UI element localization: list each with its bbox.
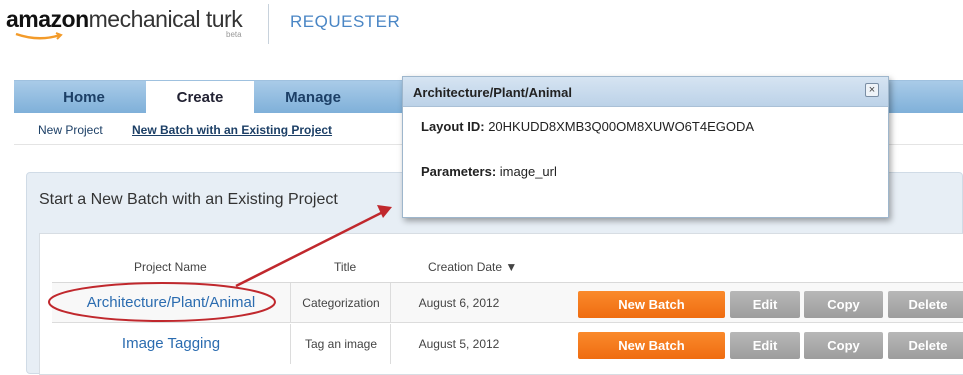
creation-date: August 5, 2012 [418, 337, 500, 351]
cell-divider [390, 324, 391, 364]
tab-manage[interactable]: Manage [268, 81, 358, 114]
popup-title: Architecture/Plant/Animal [413, 85, 572, 100]
project-details-popup: Architecture/Plant/Animal × Layout ID: 2… [402, 76, 889, 218]
table-row: Architecture/Plant/Animal Categorization… [52, 283, 963, 323]
panel-title: Start a New Batch with an Existing Proje… [39, 191, 338, 208]
parameters-value: image_url [499, 164, 557, 179]
delete-button[interactable]: Delete [888, 332, 963, 359]
amazon-mturk-logo[interactable]: amazonmechanical turk [6, 6, 243, 40]
creation-date: August 6, 2012 [418, 296, 500, 310]
edit-button[interactable]: Edit [730, 332, 800, 359]
parameters-line: Parameters: image_url [421, 164, 557, 179]
smile-arrow-icon [15, 32, 63, 40]
header-divider [268, 4, 269, 44]
layout-id-line: Layout ID: 20HKUDD8XMB3Q00OM8XUWO6T4EGOD… [421, 119, 754, 134]
logo-product: mechanical turk [88, 6, 243, 32]
cell-divider [290, 283, 291, 323]
logo-brand: amazon [6, 6, 89, 32]
project-name-link[interactable]: Image Tagging [52, 324, 290, 364]
projects-table: Project Name Title Creation Date ▼ Archi… [39, 233, 963, 375]
project-title: Categorization [302, 296, 380, 310]
cell-divider [290, 324, 291, 364]
page-header: amazonmechanical turk beta REQUESTER [0, 0, 963, 80]
popup-header: Architecture/Plant/Animal × [403, 77, 888, 107]
subnav-new-batch-link[interactable]: New Batch with an Existing Project [132, 123, 332, 137]
tab-home[interactable]: Home [54, 81, 114, 114]
project-title: Tag an image [304, 337, 378, 351]
table-row: Image Tagging Tag an image August 5, 201… [52, 324, 963, 364]
copy-button[interactable]: Copy [804, 332, 883, 359]
close-icon[interactable]: × [865, 83, 879, 97]
column-header-title: Title [334, 260, 357, 274]
layout-id-value: 20HKUDD8XMB3Q00OM8XUWO6T4EGODA [488, 119, 755, 134]
copy-button[interactable]: Copy [804, 291, 883, 318]
new-batch-button[interactable]: New Batch [578, 291, 725, 318]
layout-id-label: Layout ID: [421, 119, 485, 134]
new-batch-button[interactable]: New Batch [578, 332, 725, 359]
tab-create[interactable]: Create [146, 81, 254, 115]
cell-divider [390, 283, 391, 323]
column-header-creation-date[interactable]: Creation Date ▼ [428, 260, 517, 274]
beta-label: beta [226, 30, 242, 39]
column-header-project-name: Project Name [134, 260, 207, 274]
project-name-link[interactable]: Architecture/Plant/Animal [52, 283, 290, 323]
delete-button[interactable]: Delete [888, 291, 963, 318]
requester-label: REQUESTER [290, 12, 401, 31]
edit-button[interactable]: Edit [730, 291, 800, 318]
subnav-new-project-link[interactable]: New Project [38, 123, 103, 137]
parameters-label: Parameters: [421, 164, 497, 179]
